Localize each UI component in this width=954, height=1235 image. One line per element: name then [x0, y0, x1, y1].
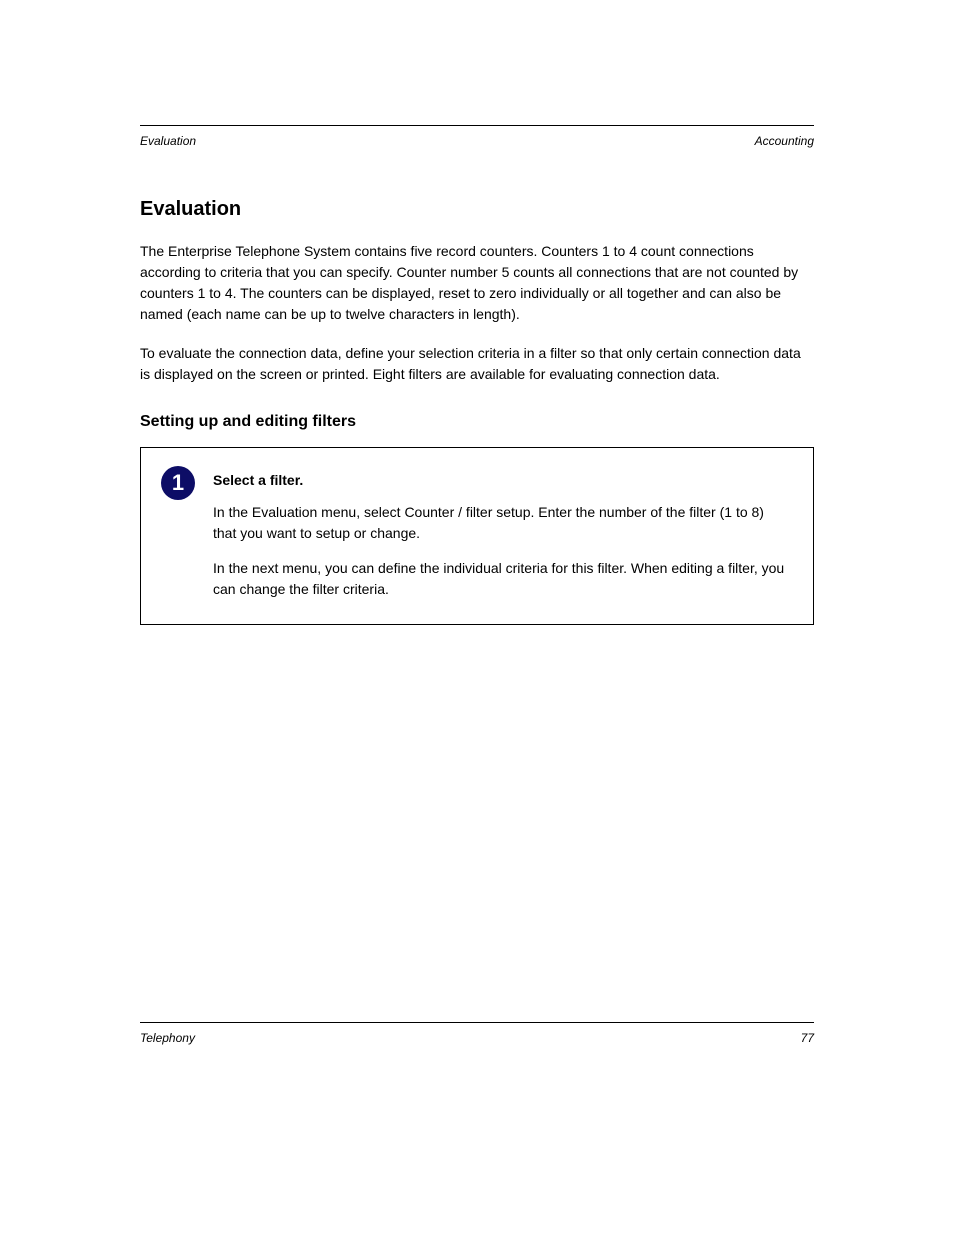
step-number-badge: 1	[161, 466, 195, 500]
intro-paragraph-1: The Enterprise Telephone System contains…	[140, 241, 814, 325]
step-paragraph-1: In the Evaluation menu, select Counter /…	[213, 502, 789, 544]
step-content: Select a filter. In the Evaluation menu,…	[213, 466, 789, 600]
header-row: Evaluation Accounting	[140, 134, 814, 148]
step-paragraph-2: In the next menu, you can define the ind…	[213, 558, 789, 600]
header-right: Accounting	[755, 134, 814, 148]
header-left: Evaluation	[140, 134, 196, 148]
section-heading: Evaluation	[140, 198, 814, 221]
step-title: Select a filter.	[213, 472, 789, 488]
footer-left: Telephony	[140, 1031, 195, 1045]
footer-page-number: 77	[801, 1031, 814, 1045]
subsection-heading: Setting up and editing filters	[140, 413, 814, 431]
step-box: 1 Select a filter. In the Evaluation men…	[140, 447, 814, 625]
intro-paragraph-2: To evaluate the connection data, define …	[140, 343, 814, 385]
footer-row: Telephony 77	[140, 1031, 814, 1045]
